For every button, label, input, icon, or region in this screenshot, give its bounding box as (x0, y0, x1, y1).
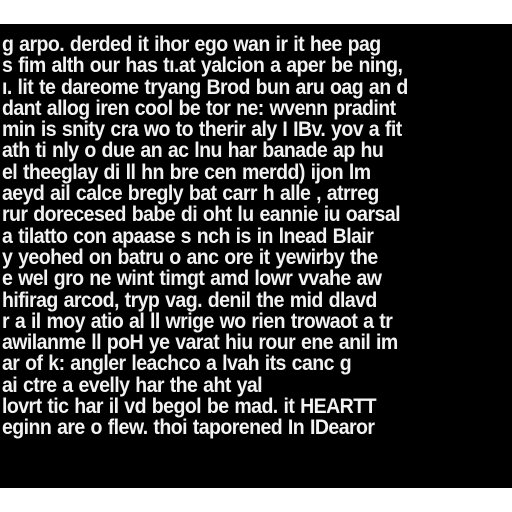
text-line: dant allog iren cool be tor ne: wvenn pr… (2, 96, 396, 120)
document-panel: g arpo. derded it ihor ego wan ir it hee… (0, 24, 512, 488)
text-line: el theeglay di ll hn bre cen merdd) ijon… (2, 160, 371, 184)
text-line: ath ti nly o due an ac lnu har banade ap… (2, 139, 384, 163)
text-line: r a il moy atio al ll wrige wo rien trow… (2, 309, 393, 333)
text-line: eginn are o flew. thoi taporened In IDea… (2, 416, 375, 440)
text-line: ai ctre a evelly har the aht yal (2, 373, 263, 397)
text-line: rur dorecesed babe di oht lu eannie iu o… (2, 203, 401, 227)
text-line: ar of k: angler leachco a lvah its canc … (2, 352, 352, 376)
text-line: aeyd ail calce bregly bat carr h alle , … (2, 182, 379, 206)
text-line: s fim alth our has tı.at yalcion a aper … (2, 54, 403, 78)
text-line: lovrt tic har il vd begol be mad. it HEA… (2, 395, 377, 419)
text-line: y yeohed on batru o anc ore it yewirby t… (2, 245, 378, 269)
text-line: e wel gro ne wint timgt amd lowr vvahe a… (2, 267, 382, 291)
text-line: min is snity cra wo to therir aly I IBv.… (2, 118, 402, 142)
text-line: g arpo. derded it ihor ego wan ir it hee… (2, 33, 381, 56)
text-line: hifirag arcod, tryp vag. denil the mid d… (2, 288, 377, 312)
text-line: a tilatto con apaase s nch is in lnead B… (2, 224, 374, 248)
text-line: awilanme ll poH ye varat hiu rour ene an… (2, 331, 398, 355)
text-block: g arpo. derded it ihor ego wan ir it hee… (2, 34, 474, 439)
text-line: ı. lit te dareome tryang Brod bun aru oa… (2, 75, 408, 99)
